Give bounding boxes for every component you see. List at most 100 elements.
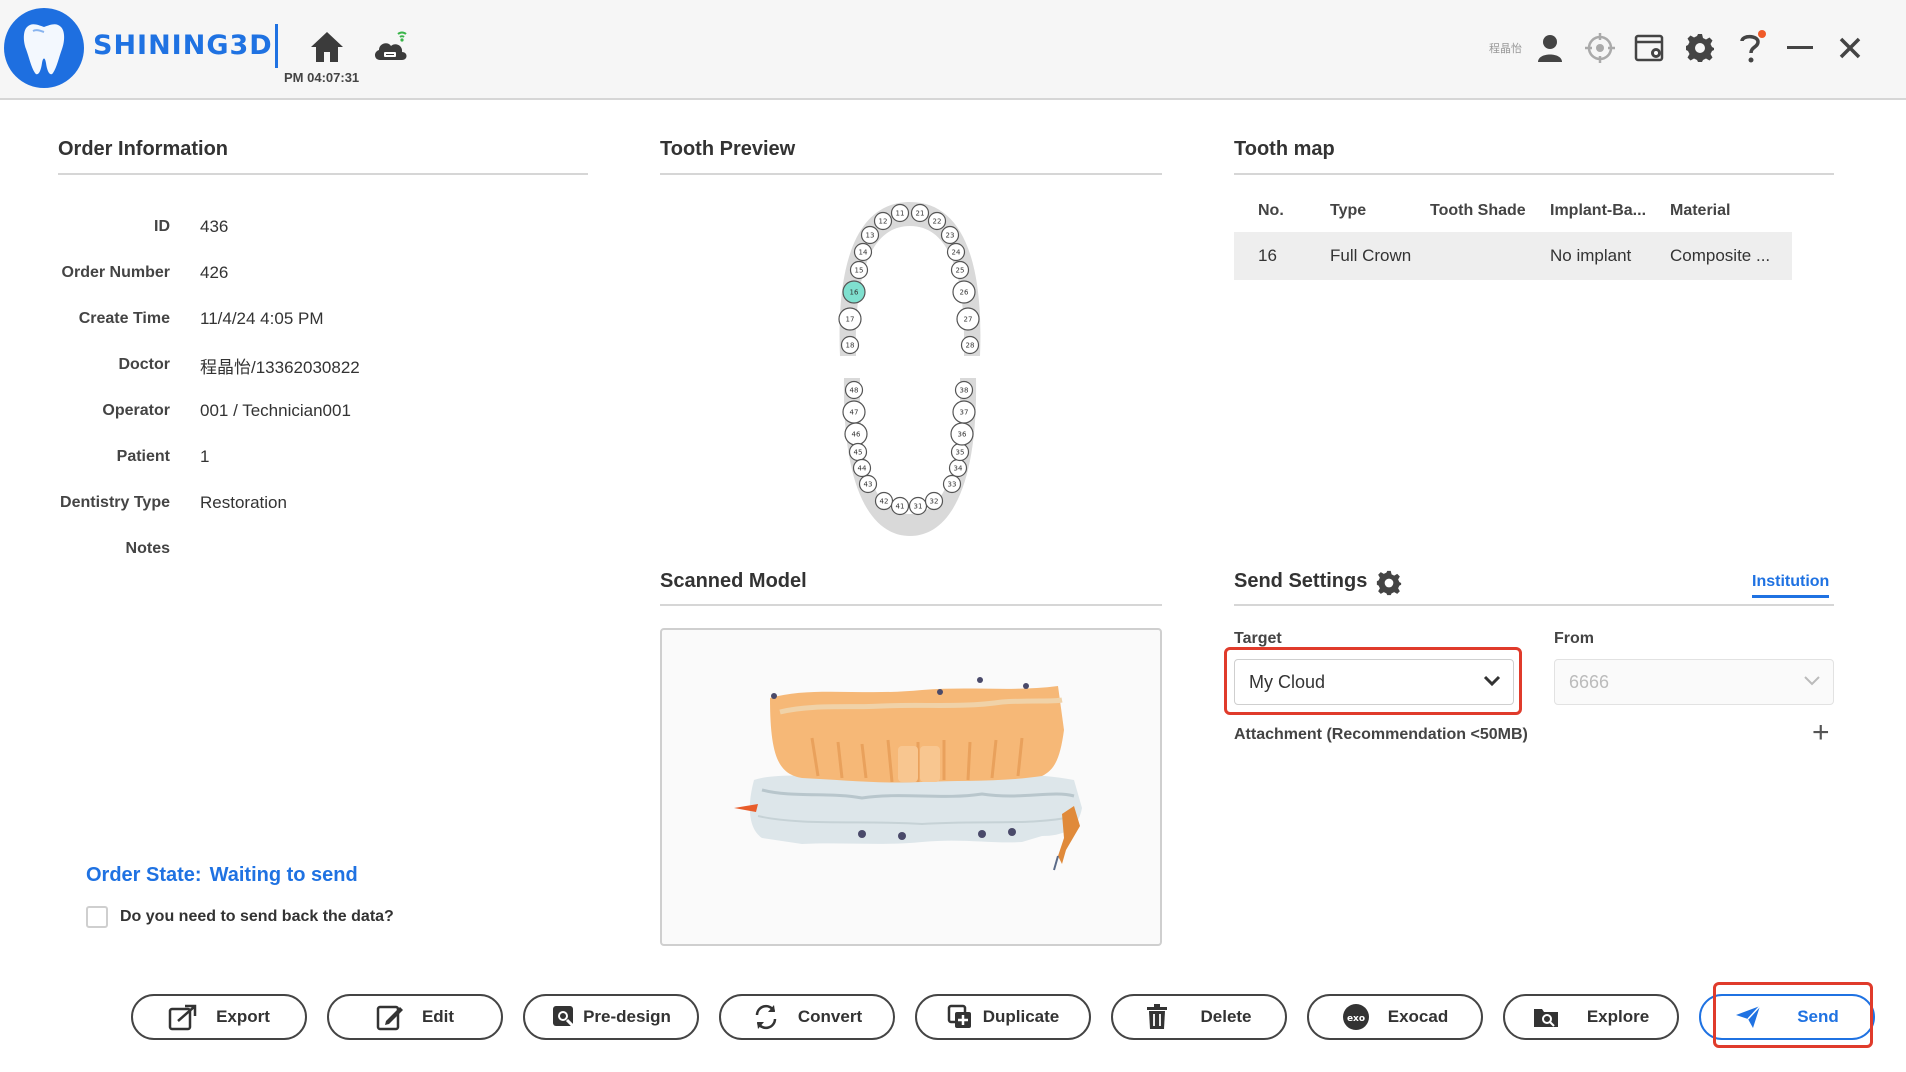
info-label: Notes [125, 540, 170, 557]
duplicate-button[interactable]: Duplicate [915, 994, 1091, 1040]
tooth-map-header: No. Type Tooth Shade Implant-Ba... Mater… [1234, 196, 1792, 226]
cell-material: Composite ... [1670, 246, 1771, 265]
info-label: Dentistry Type [60, 494, 170, 511]
tooth-label-47: 47 [850, 409, 859, 417]
duplicate-icon [947, 1004, 971, 1028]
tooth-label-23: 23 [946, 232, 955, 240]
tooth-label-11: 11 [896, 210, 905, 218]
close-icon[interactable] [1834, 32, 1866, 64]
window-settings-icon[interactable] [1634, 32, 1666, 64]
tooth-label-43: 43 [864, 481, 873, 489]
convert-button[interactable]: Convert [719, 994, 895, 1040]
edit-icon [376, 1005, 403, 1031]
tooth-label-15: 15 [855, 267, 864, 275]
cell-implant-base: No implant [1550, 246, 1632, 265]
from-select: 6666 [1554, 659, 1834, 705]
folder-search-icon [1533, 1009, 1558, 1027]
tooth-label-18: 18 [846, 342, 855, 350]
delete-button[interactable]: Delete [1111, 994, 1287, 1040]
chevron-down-icon [1804, 676, 1820, 686]
info-label: Doctor [118, 356, 170, 373]
brand-name: SHINING3D [93, 30, 273, 61]
gear-icon[interactable] [1684, 32, 1716, 64]
explore-button[interactable]: Explore [1503, 994, 1679, 1040]
tooth-chart: 18 17 16 15 14 13 12 11 21 22 23 24 25 26 27 28 48 47 46 45… [830, 196, 990, 547]
header-divider [275, 24, 278, 68]
info-row-notes: Notes [58, 534, 578, 564]
info-row-doctor: Doctor 程晶怡/13362030822 [58, 350, 578, 380]
user-icon[interactable] [1534, 32, 1566, 64]
info-label: Create Time [78, 310, 170, 327]
tooth-label-42: 42 [880, 498, 889, 506]
from-value: 6666 [1569, 671, 1610, 692]
user-name: 程晶怡 [1489, 43, 1522, 55]
svg-text:exo: exo [1347, 1014, 1365, 1024]
col-material: Material [1670, 202, 1731, 219]
table-row[interactable]: 16 Full Crown No implant Composite ... [1234, 232, 1792, 280]
export-button[interactable]: Export [131, 994, 307, 1040]
tooth-label-38: 38 [960, 387, 969, 395]
home-icon[interactable] [309, 30, 345, 69]
order-state-label: Order State: [86, 864, 202, 886]
dental-scan-image [734, 677, 1082, 871]
teeth-layer: 18 17 16 15 14 13 12 11 21 22 23 24 25 26 27 28 48 47 46 45… [838, 203, 980, 516]
scanned-model-divider [660, 604, 1162, 606]
send-settings-gear-icon[interactable] [1376, 570, 1402, 601]
tooth-label-35: 35 [956, 449, 965, 457]
col-tooth-shade: Tooth Shade [1430, 202, 1526, 219]
tooth-label-36: 36 [958, 431, 967, 439]
tooth-preview-title: Tooth Preview [660, 138, 796, 160]
sendback-option[interactable]: Do you need to send back the data? [86, 906, 394, 928]
crosshair-icon[interactable] [1584, 32, 1616, 64]
predesign-button[interactable]: Pre-design [523, 994, 699, 1040]
info-row-dentistry-type: Dentistry Type Restoration [58, 488, 578, 518]
tooth-label-34: 34 [954, 465, 963, 473]
explore-label: Explore [1586, 1007, 1650, 1026]
cell-type: Full Crown [1330, 246, 1412, 265]
tooth-label-28: 28 [966, 342, 975, 350]
tooth-label-17: 17 [846, 316, 855, 324]
delete-label: Delete [1200, 1007, 1252, 1026]
export-icon [168, 1004, 197, 1031]
order-info-title: Order Information [58, 138, 229, 160]
help-icon[interactable] [1734, 30, 1766, 64]
tooth-label-24: 24 [952, 249, 961, 257]
tooth-label-22: 22 [933, 218, 942, 226]
cloud-wifi-icon[interactable] [372, 28, 412, 69]
tooth-label-48: 48 [850, 387, 859, 395]
header-toolbar: 程晶怡 [1489, 26, 1866, 70]
sendback-checkbox[interactable] [86, 906, 108, 928]
info-row-create-time: Create Time 11/4/24 4:05 PM [58, 304, 578, 334]
scanned-model-title: Scanned Model [660, 570, 807, 592]
tooth-label-25: 25 [956, 267, 965, 275]
tooth-label-16: 16 [850, 289, 859, 297]
sendback-label: Do you need to send back the data? [120, 908, 394, 925]
edit-button[interactable]: Edit [327, 994, 503, 1040]
tooth-map-divider [1234, 173, 1834, 175]
clock-text: PM 04:07:31 [284, 70, 360, 85]
app-header: SHINING3D PM 04:07:31 程晶怡 [0, 0, 1906, 100]
order-state-value: Waiting to send [209, 864, 358, 886]
info-value: 001 / Technician001 [200, 401, 351, 420]
tooth-label-13: 13 [866, 232, 875, 240]
tooth-label-41: 41 [896, 503, 905, 511]
col-no: No. [1258, 202, 1284, 219]
tooth-label-44: 44 [858, 465, 867, 473]
tooth-label-32: 32 [930, 498, 939, 506]
minimize-icon[interactable] [1784, 32, 1816, 64]
info-value: 1 [200, 447, 210, 466]
trash-icon [1147, 1004, 1168, 1029]
plus-icon[interactable]: + [1812, 718, 1830, 748]
duplicate-label: Duplicate [982, 1007, 1060, 1026]
tooth-label-14: 14 [859, 249, 868, 257]
info-row-operator: Operator 001 / Technician001 [58, 396, 578, 426]
col-type: Type [1330, 202, 1367, 219]
send-settings-divider [1234, 604, 1834, 606]
tooth-map-title: Tooth map [1234, 138, 1335, 160]
tooth-label-33: 33 [948, 481, 957, 489]
exocad-button[interactable]: exo Exocad [1307, 994, 1483, 1040]
tab-institution[interactable]: Institution [1752, 573, 1830, 598]
info-label: Operator [102, 402, 170, 419]
tooth-label-27: 27 [964, 316, 973, 324]
scanned-model-viewer[interactable] [660, 628, 1162, 946]
